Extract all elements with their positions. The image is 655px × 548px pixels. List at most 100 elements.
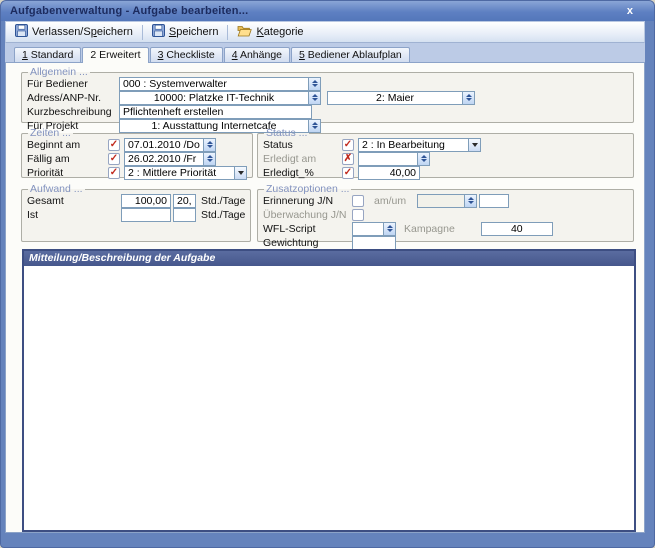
window-client-area: Verlassen/Speichern Speichern Kategorie — [5, 21, 645, 533]
group-aufwand: Aufwand ... Gesamt Std./Tage Ist Std./Ta… — [21, 184, 251, 242]
tab-checkliste[interactable]: 3 Checkliste — [150, 47, 223, 62]
spinner-button[interactable] — [417, 152, 430, 166]
erinnerung-zeit-combo — [417, 194, 477, 208]
am-um-label: am/um — [374, 195, 406, 207]
erledigt-am-label: Erledigt am — [263, 153, 342, 165]
spinner-button[interactable] — [308, 77, 321, 91]
button-label: Kategorie — [256, 26, 303, 38]
fuer-bediener-input[interactable] — [119, 77, 308, 91]
ist-label: Ist — [27, 209, 121, 221]
ansprechpartner-combo — [327, 91, 475, 105]
group-status-legend: Status ... — [264, 128, 309, 138]
erledigt-prozent-input[interactable] — [358, 166, 420, 180]
status-combo — [358, 138, 481, 152]
group-zusatzoptionen: Zusatzoptionen ... Erinnerung J/N am/um … — [257, 184, 634, 242]
spinner-button[interactable] — [462, 91, 475, 105]
ansprechpartner-input[interactable] — [327, 91, 462, 105]
tab-erweitert[interactable]: 2 Erweitert — [82, 47, 148, 63]
gesamt-stunden-input[interactable] — [121, 194, 171, 208]
faellig-am-active-checkbox[interactable]: ✓ — [108, 153, 120, 165]
tab-bediener-ablaufplan[interactable]: 5 Bediener Ablaufplan — [291, 47, 410, 62]
status-label: Status — [263, 139, 342, 151]
ist-stunden-input[interactable] — [121, 208, 171, 222]
group-zeiten-legend: Zeiten ... — [28, 128, 73, 138]
wfl-script-input[interactable] — [352, 222, 383, 236]
tab-strip: 1 Standard 2 Erweitert 3 Checkliste 4 An… — [5, 43, 645, 62]
prioritaet-combo — [124, 166, 247, 180]
kategorie-button[interactable]: Kategorie — [231, 23, 309, 42]
group-status: Status ... Status ✓ Erledigt am ✗ — [257, 128, 634, 178]
erledigt-prozent-active-checkbox[interactable]: ✓ — [342, 167, 354, 179]
kampagne-label: Kampagne — [404, 223, 455, 235]
erledigt-am-input[interactable] — [358, 152, 417, 166]
save-icon — [15, 24, 28, 40]
prioritaet-label: Priorität — [27, 167, 108, 179]
ist-unit-label: Std./Tage — [201, 209, 245, 221]
button-label: Verlassen/Speichern — [32, 26, 133, 38]
screen: Aufgabenverwaltung - Aufgabe bearbeiten.… — [0, 0, 655, 548]
ist-tage-input[interactable] — [173, 208, 196, 222]
spinner-button[interactable] — [383, 222, 396, 236]
faellig-am-label: Fällig am — [27, 153, 108, 165]
group-zeiten: Zeiten ... Beginnt am ✓ Fällig am ✓ — [21, 128, 253, 178]
beginnt-am-date — [124, 138, 216, 152]
tab-content-panel: Allgemein ... Für Bediener Adress/ANP-Nr… — [5, 62, 645, 533]
kampagne-input[interactable] — [481, 222, 553, 236]
ueberwachung-label: Überwachung J/N — [263, 209, 352, 221]
wfl-script-label: WFL-Script — [263, 223, 352, 235]
prioritaet-input[interactable] — [124, 166, 234, 180]
prioritaet-active-checkbox[interactable]: ✓ — [108, 167, 120, 179]
erledigt-am-active-checkbox[interactable]: ✗ — [342, 153, 354, 165]
gesamt-tage-input[interactable] — [173, 194, 196, 208]
gesamt-label: Gesamt — [27, 195, 121, 207]
faellig-am-input[interactable] — [124, 152, 203, 166]
mitteilung-header: Mitteilung/Beschreibung der Aufgabe — [24, 251, 634, 266]
adress-anp-input[interactable] — [119, 91, 308, 105]
ueberwachung-checkbox[interactable] — [352, 209, 364, 221]
spinner-button[interactable] — [203, 152, 216, 166]
beginnt-am-input[interactable] — [124, 138, 203, 152]
verlassen-speichern-button[interactable]: Verlassen/Speichern — [9, 22, 139, 42]
app-window: Aufgabenverwaltung - Aufgabe bearbeiten.… — [0, 0, 655, 548]
toolbar-separator — [142, 25, 143, 40]
status-input[interactable] — [358, 138, 468, 152]
spinner-button[interactable] — [203, 138, 216, 152]
wfl-script-combo — [352, 222, 396, 236]
status-active-checkbox[interactable]: ✓ — [342, 139, 354, 151]
faellig-am-date — [124, 152, 216, 166]
erinnerung-checkbox[interactable] — [352, 195, 364, 207]
mitteilung-textarea[interactable] — [24, 266, 634, 530]
group-allgemein-legend: Allgemein ... — [28, 67, 90, 77]
button-label: Speichern — [169, 26, 219, 38]
fuer-bediener-label: Für Bediener — [27, 78, 119, 90]
erinnerung-label: Erinnerung J/N — [263, 195, 352, 207]
adress-anp-combo — [119, 91, 321, 105]
kurzbeschreibung-label: Kurzbeschreibung — [27, 106, 119, 118]
gesamt-unit-label: Std./Tage — [201, 195, 245, 207]
title-bar: Aufgabenverwaltung - Aufgabe bearbeiten.… — [1, 1, 654, 21]
mitteilung-box: Mitteilung/Beschreibung der Aufgabe — [22, 249, 636, 532]
save-icon — [152, 24, 165, 40]
gewichtung-label: Gewichtung — [263, 237, 352, 249]
toolbar-separator — [227, 25, 228, 40]
tab-standard[interactable]: 1 Standard — [14, 47, 81, 62]
erinnerung-zusatz-input[interactable] — [479, 194, 509, 208]
erledigt-am-date — [358, 152, 430, 166]
dropdown-button[interactable] — [468, 138, 481, 152]
close-button[interactable]: x — [624, 5, 636, 17]
beginnt-am-label: Beginnt am — [27, 139, 108, 151]
tab-anhaenge[interactable]: 4 Anhänge — [224, 47, 290, 62]
gewichtung-input[interactable] — [352, 236, 396, 250]
group-allgemein: Allgemein ... Für Bediener Adress/ANP-Nr… — [21, 67, 634, 123]
window-title: Aufgabenverwaltung - Aufgabe bearbeiten.… — [10, 5, 248, 17]
kurzbeschreibung-input[interactable] — [119, 105, 312, 119]
spinner-button[interactable] — [464, 194, 477, 208]
speichern-button[interactable]: Speichern — [146, 22, 225, 42]
erinnerung-zeit-input[interactable] — [417, 194, 464, 208]
toolbar: Verlassen/Speichern Speichern Kategorie — [5, 21, 645, 43]
dropdown-button[interactable] — [234, 166, 247, 180]
group-zusatzoptionen-legend: Zusatzoptionen ... — [264, 184, 351, 194]
folder-icon — [237, 25, 252, 40]
spinner-button[interactable] — [308, 91, 321, 105]
beginnt-am-active-checkbox[interactable]: ✓ — [108, 139, 120, 151]
